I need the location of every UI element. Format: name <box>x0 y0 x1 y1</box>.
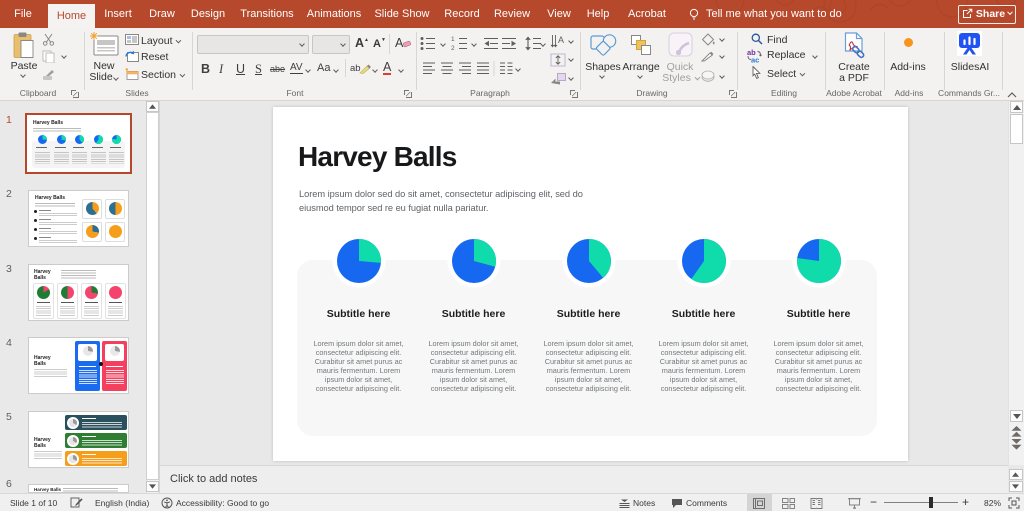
svg-text:2: 2 <box>451 45 455 51</box>
svg-text:A: A <box>558 35 564 45</box>
svg-text:ac: ac <box>751 56 759 64</box>
svg-text:1: 1 <box>451 36 455 43</box>
